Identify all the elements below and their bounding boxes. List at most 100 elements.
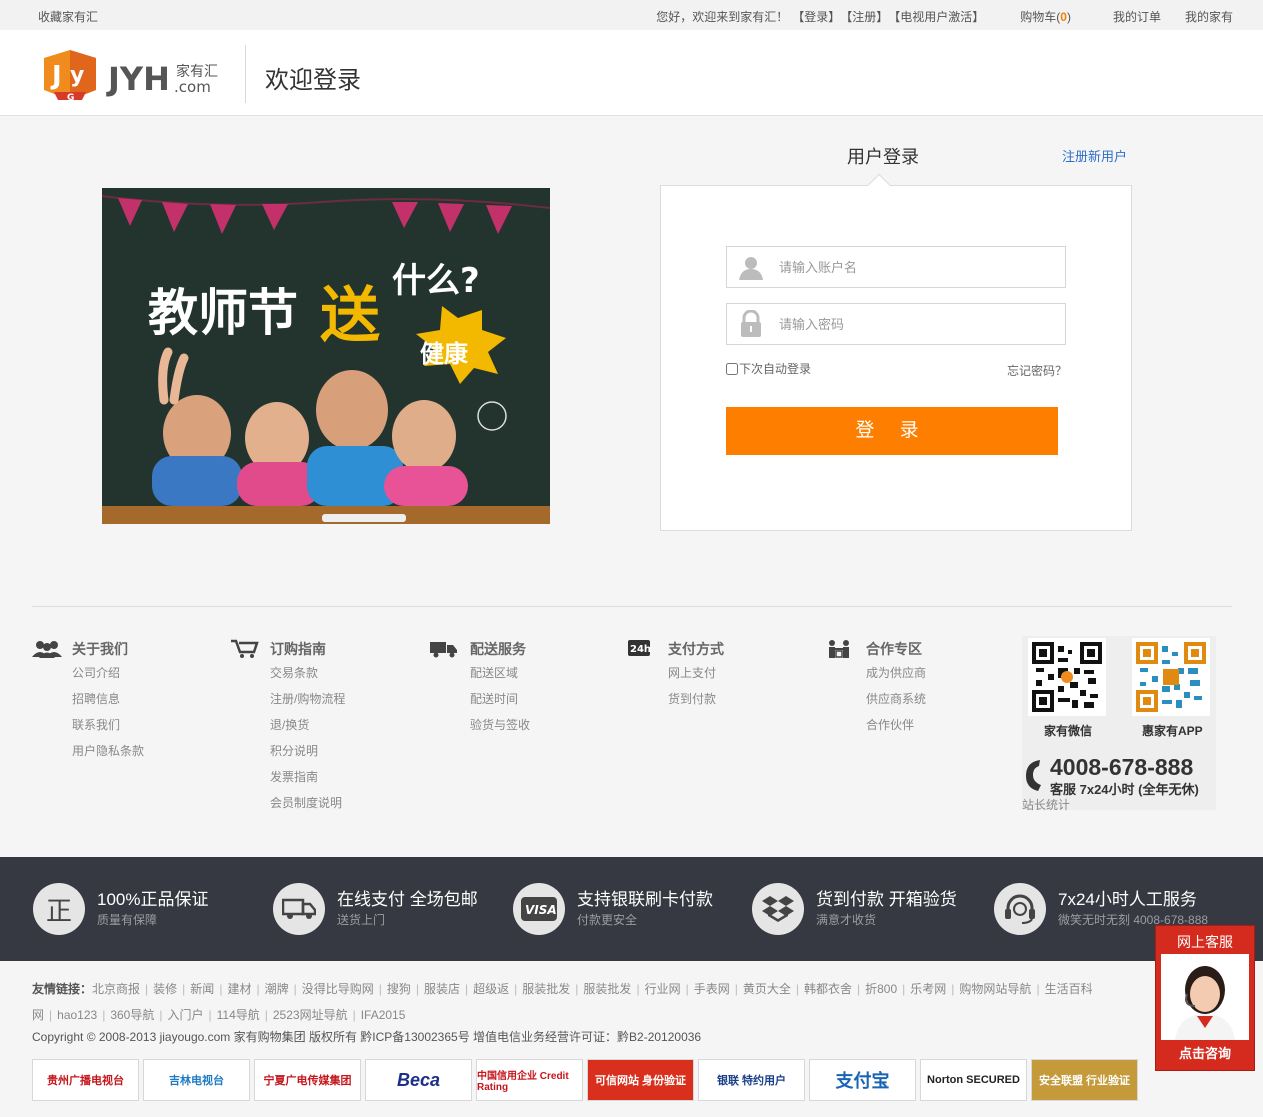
- friend-link[interactable]: 折800: [865, 982, 897, 996]
- banner-headline-3: 什么?: [392, 261, 480, 301]
- footer-link[interactable]: 货到付款: [668, 686, 724, 712]
- app-label: 惠家有APP: [1142, 724, 1203, 738]
- feature-title: 100%正品保证: [97, 890, 209, 909]
- app-qr-code[interactable]: [1132, 638, 1210, 716]
- footer-link[interactable]: 网上支付: [668, 660, 724, 686]
- footer-link[interactable]: 积分说明: [270, 738, 345, 764]
- footer-link[interactable]: 交易条款: [270, 660, 345, 686]
- friend-link[interactable]: 购物网站导航: [959, 982, 1031, 996]
- footer-link[interactable]: 会员制度说明: [270, 790, 345, 816]
- feature-title: 支持银联刷卡付款: [577, 890, 713, 909]
- badge-guizhou-tv[interactable]: 贵州广播电视台: [32, 1059, 139, 1101]
- footer-col-head: 关于我们: [32, 638, 144, 660]
- friend-link[interactable]: 黄页大全: [743, 982, 791, 996]
- badge-credit-rating[interactable]: 中国信用企业 Credit Rating: [476, 1059, 583, 1101]
- badge-beca[interactable]: Beca: [365, 1059, 472, 1101]
- badge-jilin-tv[interactable]: 吉林电视台: [143, 1059, 250, 1101]
- site-logo[interactable]: J y G JYH 家有汇 .com: [40, 46, 230, 104]
- footer-link[interactable]: 公司介绍: [72, 660, 144, 686]
- footer-col-title: 合作专区: [866, 641, 922, 657]
- remember-me[interactable]: 下次自动登录: [726, 360, 811, 377]
- friend-link[interactable]: hao123: [57, 1008, 97, 1022]
- cart-icon: [230, 638, 262, 660]
- register-top-link[interactable]: 【注册】: [840, 8, 888, 25]
- cart-label: 购物车(: [1020, 10, 1061, 24]
- user-icon: [727, 247, 775, 287]
- promo-banner[interactable]: 教师节 送 什么? 健康: [101, 188, 551, 524]
- friend-link[interactable]: 潮牌: [265, 982, 289, 996]
- tv-activate-link[interactable]: 【电视用户激活】: [888, 8, 984, 25]
- cart-link[interactable]: 购物车(0): [1020, 8, 1071, 25]
- my-home-link[interactable]: 我的家有: [1185, 8, 1233, 25]
- footer-link[interactable]: 验货与签收: [470, 712, 530, 738]
- username-field[interactable]: [726, 246, 1066, 288]
- friend-link[interactable]: 手表网: [694, 982, 730, 996]
- friend-link[interactable]: 2523网址导航: [273, 1008, 348, 1022]
- login-link[interactable]: 【登录】: [792, 8, 840, 25]
- headset-icon: [994, 883, 1046, 935]
- bookmark-link[interactable]: 收藏家有汇: [38, 8, 98, 25]
- footer-col-head: 合作专区: [826, 638, 926, 660]
- badge-norton[interactable]: Norton SECURED: [920, 1059, 1027, 1101]
- friend-link[interactable]: 北京商报: [92, 982, 140, 996]
- footer-link[interactable]: 发票指南: [270, 764, 345, 790]
- friend-link[interactable]: 行业网: [645, 982, 681, 996]
- online-service-widget[interactable]: 网上客服 点击咨询: [1155, 925, 1255, 1071]
- footer-link[interactable]: 注册/购物流程: [270, 686, 345, 712]
- password-field[interactable]: [726, 303, 1066, 345]
- badge-trusted-site[interactable]: 可信网站 身份验证: [587, 1059, 694, 1101]
- username-input[interactable]: [779, 247, 1059, 287]
- friend-link[interactable]: 乐考网: [910, 982, 946, 996]
- footer-col-title: 配送服务: [470, 641, 526, 657]
- friend-link[interactable]: 服装批发: [583, 982, 631, 996]
- footer-link[interactable]: 招聘信息: [72, 686, 144, 712]
- friend-link[interactable]: 搜狗: [387, 982, 411, 996]
- badge-unionpay[interactable]: 银联 特约用户: [698, 1059, 805, 1101]
- friend-links: 友情链接：北京商报 | 装修 | 新闻 | 建材 | 潮牌 | 没得比导购网 | 搜狗 | 服装店 | 超级返 |…: [32, 982, 1093, 1022]
- password-input[interactable]: [779, 304, 1059, 344]
- forgot-password-link[interactable]: 忘记密码？: [1007, 362, 1067, 379]
- online-service-title: 网上客服: [1177, 934, 1233, 950]
- badge-alipay[interactable]: 支付宝: [809, 1059, 916, 1101]
- logo-text: JYH: [106, 60, 170, 98]
- badge-ningxia-media[interactable]: 宁夏广电传媒集团: [254, 1059, 361, 1101]
- svg-text:J: J: [50, 61, 62, 91]
- friend-link[interactable]: 装修: [153, 982, 177, 996]
- feature-sub: 质量有保障: [97, 913, 158, 927]
- remember-checkbox[interactable]: [726, 362, 738, 375]
- footer-link[interactable]: 联系我们: [72, 712, 144, 738]
- footer-link[interactable]: 用户隐私条款: [72, 738, 144, 764]
- my-orders-link[interactable]: 我的订单: [1113, 8, 1161, 25]
- friend-link[interactable]: 新闻: [190, 982, 214, 996]
- register-new-user-link[interactable]: 注册新用户: [1062, 146, 1127, 165]
- footer-link[interactable]: 退/换货: [270, 712, 345, 738]
- friend-link[interactable]: 360导航: [110, 1008, 154, 1022]
- consult-button[interactable]: 点击咨询: [1156, 1043, 1254, 1062]
- feature-title: 7x24小时人工服务: [1058, 890, 1197, 909]
- friend-link[interactable]: 没得比导购网: [302, 982, 374, 996]
- tab-notch: [867, 173, 891, 197]
- footer-col-title: 关于我们: [72, 641, 128, 657]
- friend-link[interactable]: 超级返: [473, 982, 509, 996]
- login-button[interactable]: 登 录: [726, 407, 1058, 455]
- footer-link[interactable]: 配送时间: [470, 686, 530, 712]
- footer-col-delivery: 配送服务 配送区域 配送时间 验货与签收: [430, 638, 530, 738]
- footer-link[interactable]: 供应商系统: [866, 686, 926, 712]
- friend-link[interactable]: 服装店: [424, 982, 460, 996]
- friend-link[interactable]: 114导航: [217, 1008, 260, 1022]
- friend-links-label: 友情链接：: [32, 982, 93, 996]
- wechat-qr-code[interactable]: [1028, 638, 1106, 716]
- svg-text:VISA: VISA: [525, 903, 557, 917]
- friend-link[interactable]: 服装批发: [522, 982, 570, 996]
- footer-link[interactable]: 配送区域: [470, 660, 530, 686]
- friend-link[interactable]: 入门户: [167, 1008, 203, 1022]
- friend-link[interactable]: IFA2015: [361, 1008, 406, 1022]
- site-stats-link[interactable]: 站长统计: [1022, 796, 1070, 813]
- friend-link[interactable]: 建材: [227, 982, 251, 996]
- friend-link[interactable]: 韩都衣舍: [804, 982, 852, 996]
- badge-security-alliance[interactable]: 安全联盟 行业验证: [1031, 1059, 1138, 1101]
- footer-link[interactable]: 成为供应商: [866, 660, 926, 686]
- tab-user-login[interactable]: 用户登录: [847, 143, 919, 169]
- phone-icon: [1024, 758, 1046, 795]
- footer-link[interactable]: 合作伙伴: [866, 712, 926, 738]
